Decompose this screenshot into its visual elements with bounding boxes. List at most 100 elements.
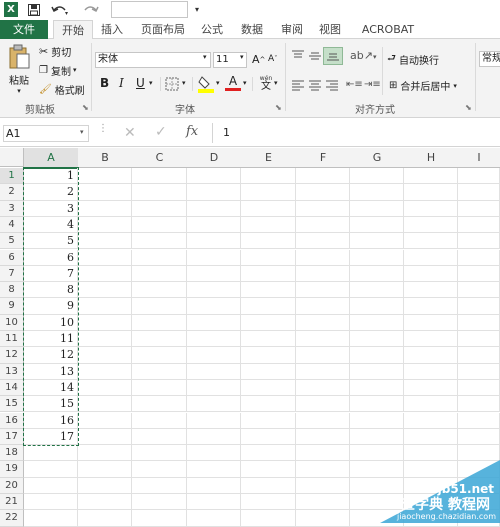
cell[interactable] <box>296 412 350 429</box>
tab-formulas[interactable]: 公式 <box>196 20 228 39</box>
row-header[interactable]: 15 <box>0 396 24 413</box>
cell[interactable] <box>296 445 350 462</box>
cell[interactable]: 17 <box>24 428 78 446</box>
tab-data[interactable]: 数据 <box>236 20 268 39</box>
row-header[interactable]: 22 <box>0 510 24 527</box>
cell[interactable] <box>132 168 187 185</box>
cell[interactable] <box>78 494 132 511</box>
cell[interactable] <box>241 363 296 380</box>
row-header[interactable]: 21 <box>0 494 24 511</box>
cell[interactable] <box>241 445 296 462</box>
cell[interactable] <box>458 363 500 380</box>
cell[interactable] <box>78 510 132 527</box>
cell[interactable] <box>241 412 296 429</box>
italic-button[interactable]: I <box>119 76 124 90</box>
cell[interactable] <box>350 412 404 429</box>
cell[interactable] <box>187 200 241 217</box>
cell[interactable] <box>78 282 132 299</box>
cell[interactable] <box>296 249 350 266</box>
cell[interactable] <box>404 363 458 380</box>
cell[interactable] <box>458 249 500 266</box>
cell[interactable]: 3 <box>24 200 78 217</box>
cell[interactable] <box>350 168 404 185</box>
cell[interactable] <box>241 396 296 413</box>
column-header[interactable]: G <box>350 148 405 168</box>
cell[interactable] <box>458 461 500 478</box>
cell[interactable] <box>78 216 132 234</box>
cell[interactable] <box>404 428 458 446</box>
cell[interactable] <box>350 200 404 217</box>
cell[interactable] <box>404 461 458 478</box>
cell[interactable] <box>187 412 241 429</box>
cell[interactable] <box>241 428 296 446</box>
cell[interactable] <box>350 298 404 315</box>
cell[interactable] <box>296 200 350 217</box>
cell[interactable] <box>404 477 458 494</box>
cell[interactable] <box>132 396 187 413</box>
column-header[interactable]: F <box>296 148 351 168</box>
cut-button[interactable]: ✂ 剪切 <box>39 44 71 59</box>
decrease-indent-icon[interactable]: ⇤≡ <box>346 79 363 90</box>
cell[interactable] <box>241 347 296 364</box>
cell[interactable] <box>241 379 296 397</box>
cell[interactable] <box>350 477 404 494</box>
enter-icon[interactable]: ✓ <box>155 124 167 140</box>
cell[interactable] <box>241 461 296 478</box>
cell[interactable] <box>241 216 296 234</box>
cell[interactable]: 1 <box>24 168 78 185</box>
cell[interactable] <box>78 412 132 429</box>
cancel-icon[interactable]: ✕ <box>124 125 136 141</box>
cell[interactable]: 16 <box>24 412 78 429</box>
cell[interactable] <box>24 445 78 462</box>
row-header[interactable]: 9 <box>0 298 24 315</box>
cell[interactable] <box>404 445 458 462</box>
orientation-icon[interactable]: ab↗▾ <box>350 49 376 62</box>
align-center-icon[interactable] <box>308 79 322 94</box>
cell[interactable] <box>350 428 404 446</box>
cell[interactable] <box>350 363 404 380</box>
cell[interactable] <box>78 200 132 217</box>
cell[interactable] <box>78 347 132 364</box>
cell[interactable] <box>458 347 500 364</box>
cell[interactable] <box>132 216 187 234</box>
cell[interactable] <box>132 477 187 494</box>
row-header[interactable]: 8 <box>0 282 24 299</box>
align-middle-icon[interactable] <box>308 50 322 65</box>
cell[interactable] <box>78 298 132 315</box>
cell[interactable] <box>404 249 458 266</box>
cell[interactable] <box>350 265 404 283</box>
row-header[interactable]: 19 <box>0 461 24 478</box>
cell[interactable] <box>350 445 404 462</box>
cell[interactable] <box>132 265 187 283</box>
cell[interactable]: 4 <box>24 216 78 234</box>
cell[interactable] <box>187 331 241 348</box>
cell[interactable] <box>132 200 187 217</box>
cell[interactable] <box>241 265 296 283</box>
column-header[interactable]: C <box>132 148 188 168</box>
cell[interactable] <box>404 314 458 331</box>
insert-function-icon[interactable]: fx <box>186 124 198 139</box>
cell[interactable]: 8 <box>24 282 78 299</box>
column-header[interactable]: A <box>24 148 79 169</box>
cell[interactable] <box>296 477 350 494</box>
underline-button[interactable]: U <box>136 76 145 90</box>
redo-icon[interactable] <box>80 2 100 17</box>
cell[interactable] <box>132 461 187 478</box>
cell[interactable] <box>24 510 78 527</box>
cell[interactable] <box>350 494 404 511</box>
cell[interactable] <box>458 168 500 185</box>
cell[interactable] <box>187 445 241 462</box>
align-top-icon[interactable] <box>291 50 305 65</box>
cell[interactable] <box>187 216 241 234</box>
row-header[interactable]: 1 <box>0 168 24 185</box>
tab-file[interactable]: 文件 <box>0 20 48 39</box>
cell[interactable] <box>350 314 404 331</box>
paste-button[interactable]: 粘贴 ▾ <box>6 44 32 99</box>
cell[interactable] <box>296 331 350 348</box>
cell[interactable] <box>78 184 132 201</box>
cell[interactable] <box>458 216 500 234</box>
cell[interactable] <box>404 168 458 185</box>
cell[interactable] <box>458 510 500 527</box>
formula-input[interactable]: 1 <box>212 123 500 143</box>
row-header[interactable]: 13 <box>0 363 24 380</box>
